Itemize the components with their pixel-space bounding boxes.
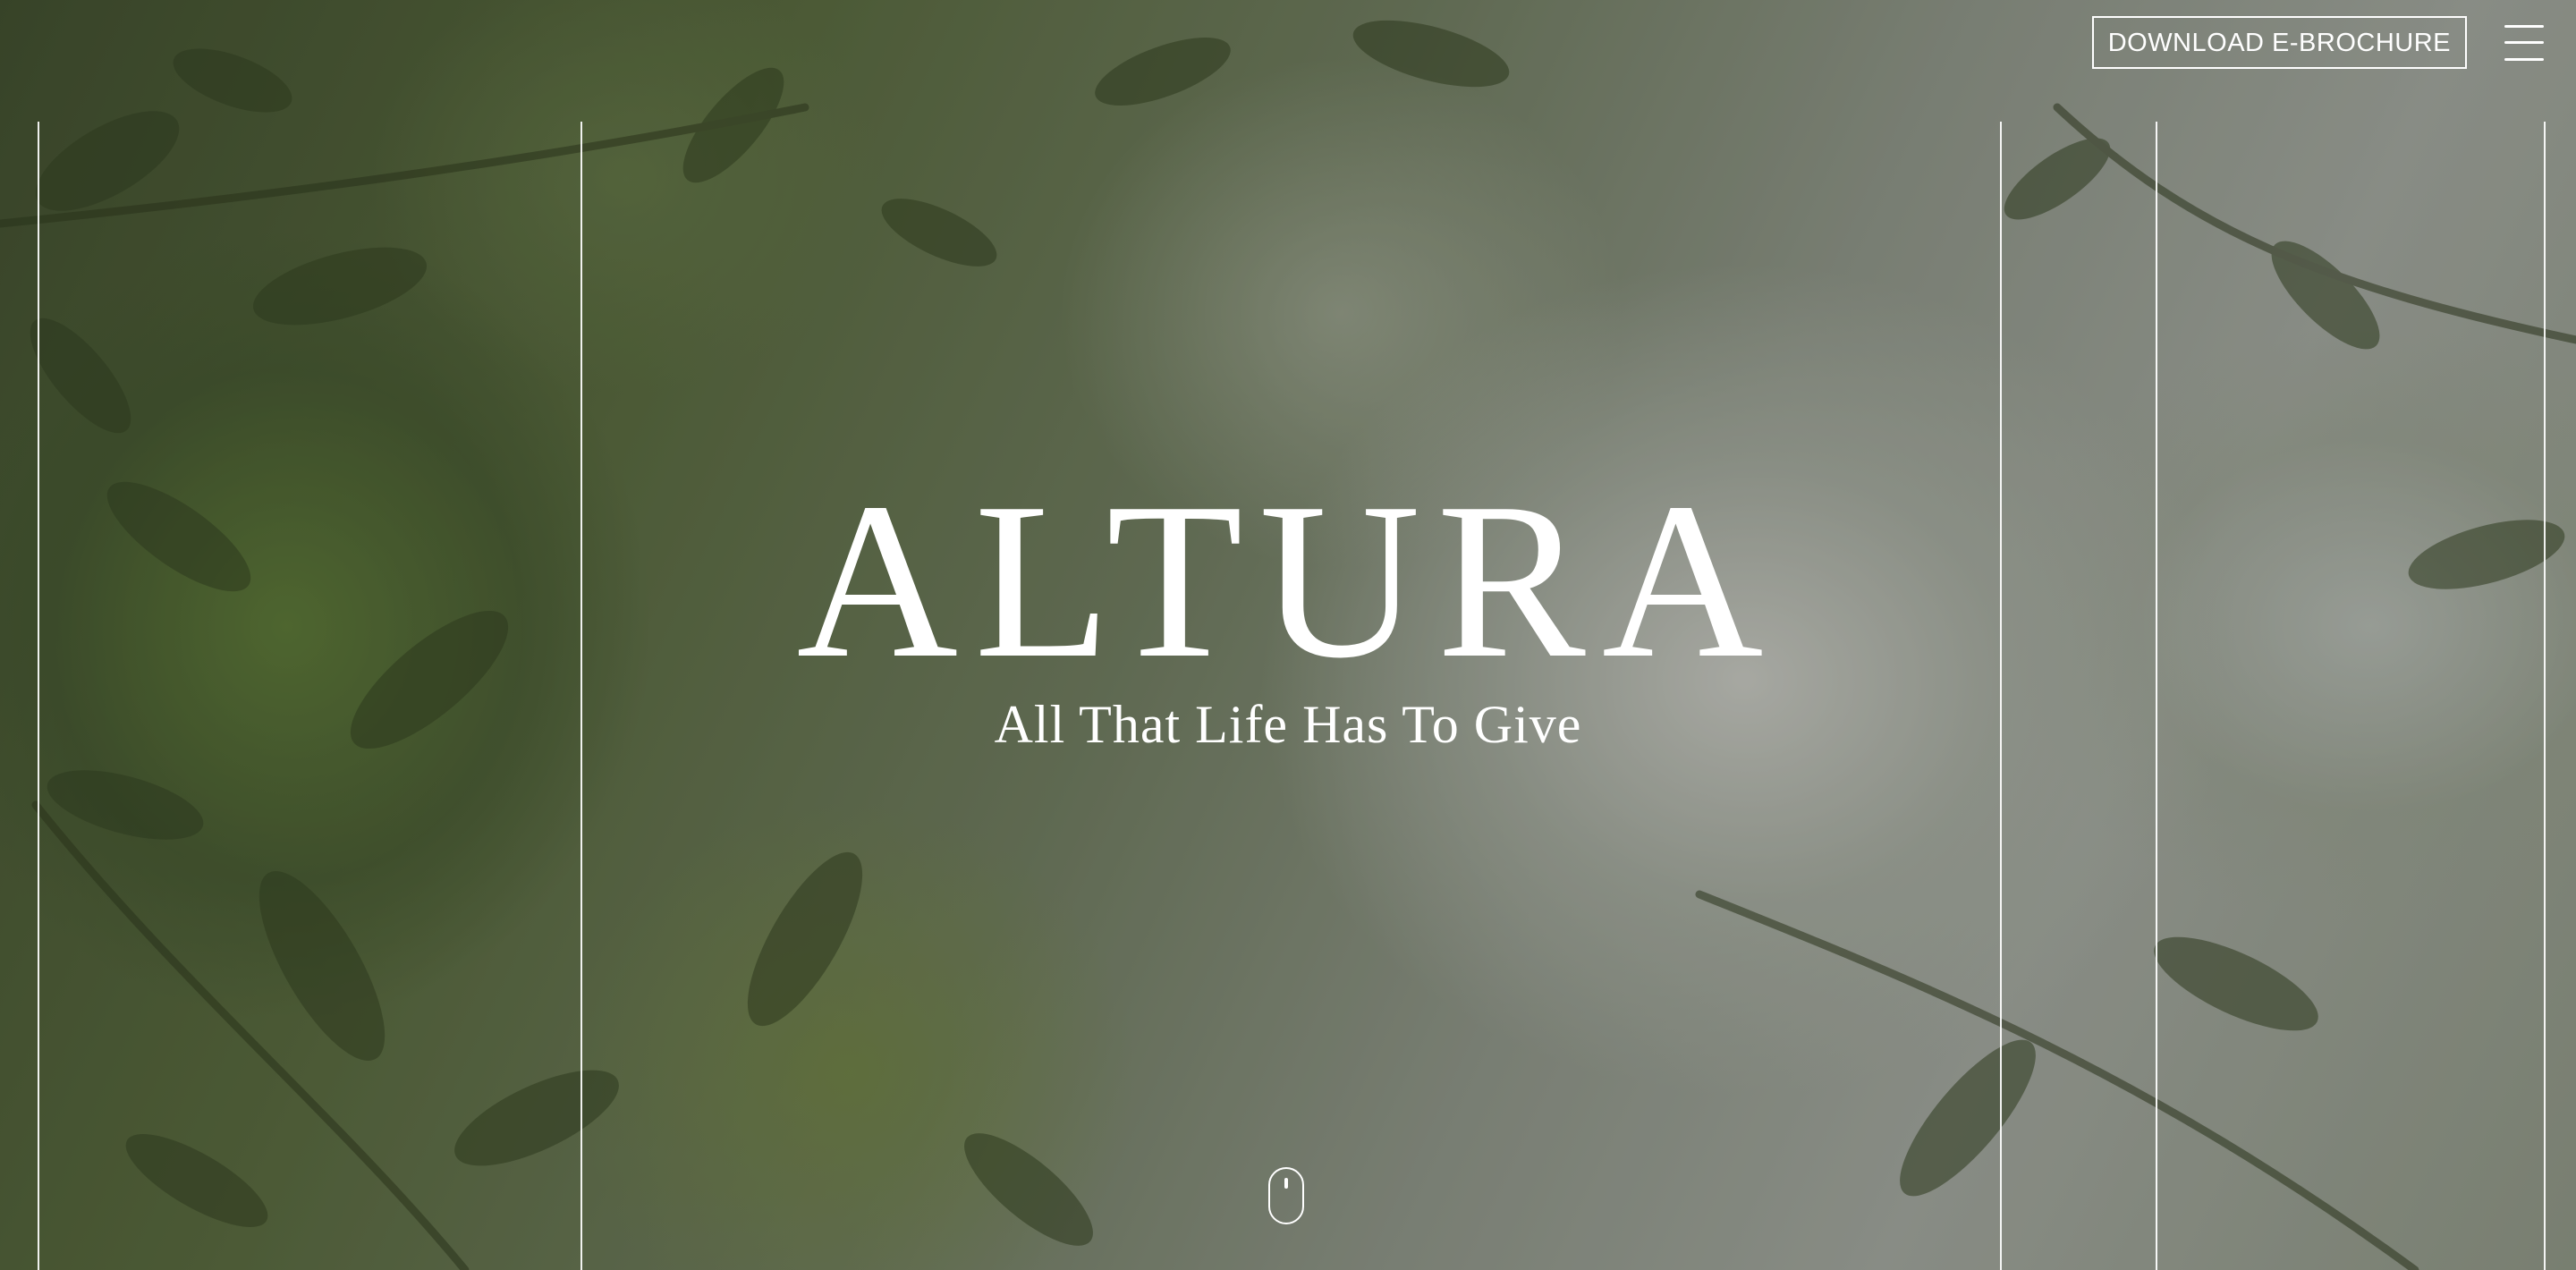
brand-tagline: All That Life Has To Give — [994, 695, 1582, 754]
grid-line — [580, 122, 582, 1270]
hamburger-menu-icon[interactable] — [2504, 24, 2544, 61]
hero-section: DOWNLOAD E-BROCHURE ALTURA All That Life… — [0, 0, 2576, 1270]
download-brochure-button[interactable]: DOWNLOAD E-BROCHURE — [2091, 16, 2467, 69]
menu-bar — [2504, 24, 2544, 28]
menu-bar — [2504, 57, 2544, 61]
grid-line — [2156, 122, 2157, 1270]
grid-line — [38, 122, 39, 1270]
grid-line — [2000, 122, 2002, 1270]
mouse-scroll-icon[interactable] — [1268, 1167, 1304, 1224]
menu-bar — [2504, 41, 2544, 44]
mouse-wheel — [1284, 1178, 1288, 1189]
brand-logo: ALTURA — [796, 457, 1780, 705]
top-bar: DOWNLOAD E-BROCHURE — [2091, 16, 2544, 69]
grid-line — [2544, 122, 2546, 1270]
